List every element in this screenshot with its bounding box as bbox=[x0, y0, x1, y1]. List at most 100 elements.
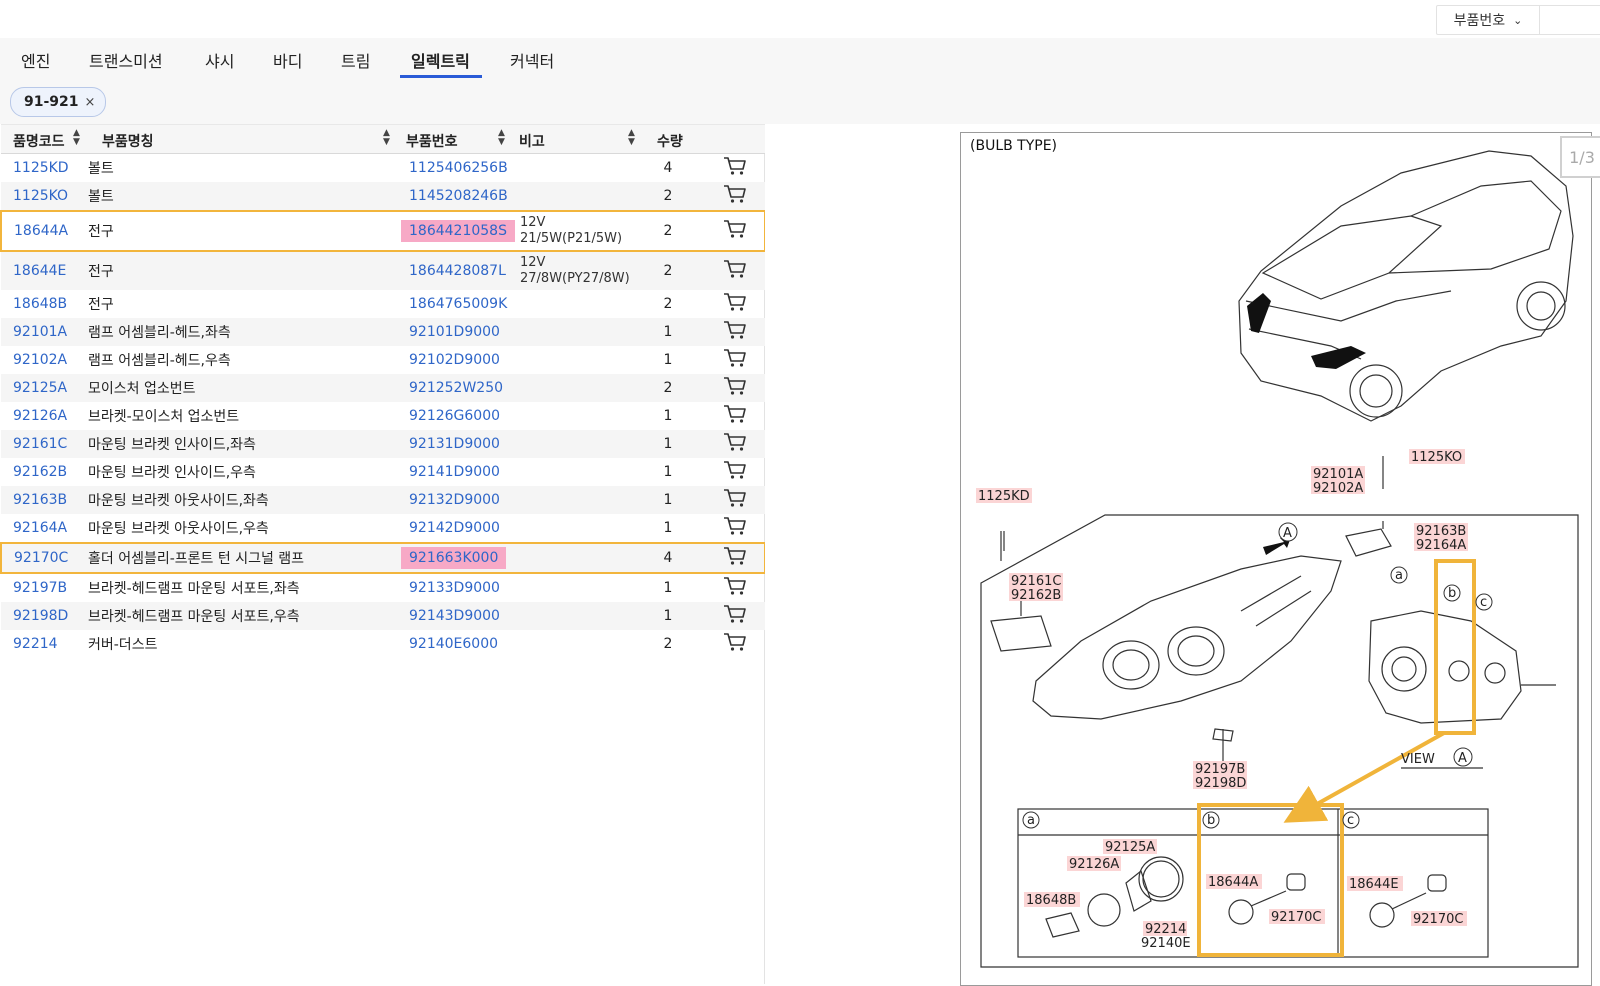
sort-icon[interactable]: ▲ ▼ bbox=[498, 129, 505, 147]
diagram-callout[interactable]: 92163B92164A bbox=[1414, 523, 1468, 553]
diagram-page-indicator[interactable]: 1/3 bbox=[1560, 136, 1600, 178]
part-no-link[interactable]: 92132D9000 bbox=[409, 492, 500, 508]
diagram-callout[interactable]: 1125KO bbox=[1409, 449, 1465, 465]
sort-icon[interactable]: ▲ ▼ bbox=[383, 129, 390, 147]
header-note[interactable]: 비고 ▲ ▼ bbox=[516, 124, 641, 154]
diagram-callout[interactable]: 92125A bbox=[1103, 839, 1157, 855]
cart-icon[interactable] bbox=[723, 156, 747, 180]
header-code[interactable]: 품명코드 ▲ ▼ bbox=[1, 124, 86, 154]
tab-trim[interactable]: 트림 bbox=[341, 38, 370, 82]
close-icon[interactable]: × bbox=[85, 95, 96, 110]
cart-icon[interactable] bbox=[723, 184, 747, 208]
table-row[interactable]: 92164A 마운팅 브라켓 아웃사이드,우측 92142D9000 1 bbox=[1, 514, 765, 543]
cell-part-no[interactable]: 1125406256B bbox=[401, 154, 516, 183]
part-no-link[interactable]: 1864428087L bbox=[409, 263, 506, 279]
table-row[interactable]: 1125KO 볼트 1145208246B 2 bbox=[1, 182, 765, 211]
filter-chip[interactable]: 91-921 × bbox=[10, 87, 107, 117]
table-row[interactable]: 92197B 브라켓-헤드램프 마운팅 서포트,좌측 92133D9000 1 bbox=[1, 573, 765, 602]
diagram-callout[interactable]: 18648B bbox=[1024, 892, 1080, 908]
cart-icon[interactable] bbox=[723, 292, 747, 316]
sort-icon[interactable]: ▲ ▼ bbox=[73, 129, 80, 147]
cart-icon[interactable] bbox=[723, 604, 747, 628]
cell-part-no[interactable]: 921663K000 bbox=[401, 542, 516, 574]
part-no-link[interactable]: 1864421058S bbox=[401, 220, 515, 242]
table-row[interactable]: 18644E 전구 1864428087L 12V 27/8W(PY27/8W) 2 bbox=[1, 251, 765, 290]
part-no-link[interactable]: 92133D9000 bbox=[409, 580, 500, 596]
diagram-callout[interactable]: 18644A bbox=[1206, 874, 1262, 890]
header-part-no[interactable]: 부품번호 ▲ ▼ bbox=[401, 124, 516, 154]
part-no-link[interactable]: 92141D9000 bbox=[409, 464, 500, 480]
part-no-link[interactable]: 1145208246B bbox=[409, 188, 508, 204]
table-row[interactable]: 18644A 전구 1864421058S 12V 21/5W(P21/5W) 2 bbox=[0, 210, 766, 252]
cell-code[interactable]: 92163B bbox=[1, 486, 86, 514]
cell-part-no[interactable]: 92141D9000 bbox=[401, 458, 516, 486]
table-row[interactable]: 92126A 브라켓-모이스처 업소번트 92126G6000 1 bbox=[1, 402, 765, 430]
cell-part-no[interactable]: 92101D9000 bbox=[401, 318, 516, 346]
cell-part-no[interactable]: 1864765009K bbox=[401, 290, 516, 318]
tab-chassis[interactable]: 샤시 bbox=[205, 38, 234, 82]
cell-code[interactable]: 92197B bbox=[1, 573, 86, 602]
cell-code[interactable]: 1125KD bbox=[1, 154, 86, 183]
part-no-link[interactable]: 1125406256B bbox=[409, 160, 508, 176]
part-no-link[interactable]: 92131D9000 bbox=[409, 436, 500, 452]
tab-transmission[interactable]: 트랜스미션 bbox=[89, 38, 163, 82]
parts-diagram[interactable]: 1125KO 1125KD 92101A 92102A 92163B 92164A … bbox=[960, 132, 1592, 986]
header-name[interactable]: 부품명칭 ▲ ▼ bbox=[86, 124, 401, 154]
cell-part-no[interactable]: 1864428087L bbox=[401, 251, 516, 290]
cell-code[interactable]: 18644E bbox=[1, 251, 86, 290]
part-no-link[interactable]: 92143D9000 bbox=[409, 608, 500, 624]
cart-icon[interactable] bbox=[723, 404, 747, 428]
table-row[interactable]: 1125KD 볼트 1125406256B 4 bbox=[1, 154, 765, 183]
part-no-link[interactable]: 921252W250 bbox=[409, 380, 503, 396]
diagram-callout[interactable]: 18644E bbox=[1347, 876, 1403, 892]
cart-icon[interactable] bbox=[723, 576, 747, 600]
part-no-link[interactable]: 92126G6000 bbox=[409, 408, 500, 424]
cart-icon[interactable] bbox=[723, 460, 747, 484]
cell-part-no[interactable]: 92102D9000 bbox=[401, 346, 516, 374]
cell-part-no[interactable]: 92132D9000 bbox=[401, 486, 516, 514]
diagram-callout[interactable]: 92214 bbox=[1143, 921, 1187, 937]
diagram-callout[interactable]: 92170C bbox=[1411, 911, 1467, 927]
cell-code[interactable]: 92198D bbox=[1, 602, 86, 630]
part-no-link[interactable]: 92140E6000 bbox=[409, 636, 498, 652]
cell-code[interactable]: 92170C bbox=[0, 542, 86, 574]
diagram-callout[interactable]: 92170C bbox=[1269, 909, 1325, 925]
tab-body[interactable]: 바디 bbox=[273, 38, 302, 82]
cart-icon[interactable] bbox=[723, 632, 747, 656]
cell-part-no[interactable]: 921252W250 bbox=[401, 374, 516, 402]
table-row[interactable]: 92102A 램프 어셈블리-헤드,우측 92102D9000 1 bbox=[1, 346, 765, 374]
part-no-link[interactable]: 92142D9000 bbox=[409, 520, 500, 536]
table-row[interactable]: 92101A 램프 어셈블리-헤드,좌측 92101D9000 1 bbox=[1, 318, 765, 346]
cell-code[interactable]: 92126A bbox=[1, 402, 86, 430]
cell-code[interactable]: 92162B bbox=[1, 458, 86, 486]
cell-part-no[interactable]: 92126G6000 bbox=[401, 402, 516, 430]
cell-code[interactable]: 92214 bbox=[1, 630, 86, 658]
cart-icon[interactable] bbox=[723, 546, 747, 570]
tab-connector[interactable]: 커넥터 bbox=[510, 38, 554, 82]
table-row[interactable]: 92161C 마운팅 브라켓 인사이드,좌측 92131D9000 1 bbox=[1, 430, 765, 458]
table-row[interactable]: 92125A 모이스처 업소번트 921252W250 2 bbox=[1, 374, 765, 402]
cell-part-no[interactable]: 92140E6000 bbox=[401, 630, 516, 658]
cell-part-no[interactable]: 92142D9000 bbox=[401, 514, 516, 543]
cell-part-no[interactable]: 92143D9000 bbox=[401, 602, 516, 630]
cart-icon[interactable] bbox=[723, 348, 747, 372]
cart-icon[interactable] bbox=[723, 516, 747, 540]
part-no-link[interactable]: 92102D9000 bbox=[409, 352, 500, 368]
table-row[interactable]: 92162B 마운팅 브라켓 인사이드,우측 92141D9000 1 bbox=[1, 458, 765, 486]
cell-part-no[interactable]: 1145208246B bbox=[401, 182, 516, 211]
diagram-callout[interactable]: 92126A bbox=[1067, 856, 1121, 872]
cell-code[interactable]: 1125KO bbox=[1, 182, 86, 211]
cell-part-no[interactable]: 92131D9000 bbox=[401, 430, 516, 458]
cell-code[interactable]: 92161C bbox=[1, 430, 86, 458]
cell-part-no[interactable]: 92133D9000 bbox=[401, 573, 516, 602]
cart-icon[interactable] bbox=[723, 376, 747, 400]
diagram-callout[interactable]: 92101A92102A bbox=[1311, 466, 1365, 496]
tab-engine[interactable]: 엔진 bbox=[21, 38, 50, 82]
part-no-link[interactable]: 1864765009K bbox=[409, 296, 507, 312]
cell-code[interactable]: 92102A bbox=[1, 346, 86, 374]
table-row[interactable]: 92163B 마운팅 브라켓 아웃사이드,좌측 92132D9000 1 bbox=[1, 486, 765, 514]
cell-code[interactable]: 92125A bbox=[1, 374, 86, 402]
table-row[interactable]: 92170C 홀더 어셈블리-프론트 턴 시그널 램프 921663K000 4 bbox=[0, 542, 766, 574]
sort-icon[interactable]: ▲ ▼ bbox=[628, 129, 635, 147]
cell-code[interactable]: 18644A bbox=[0, 210, 86, 252]
